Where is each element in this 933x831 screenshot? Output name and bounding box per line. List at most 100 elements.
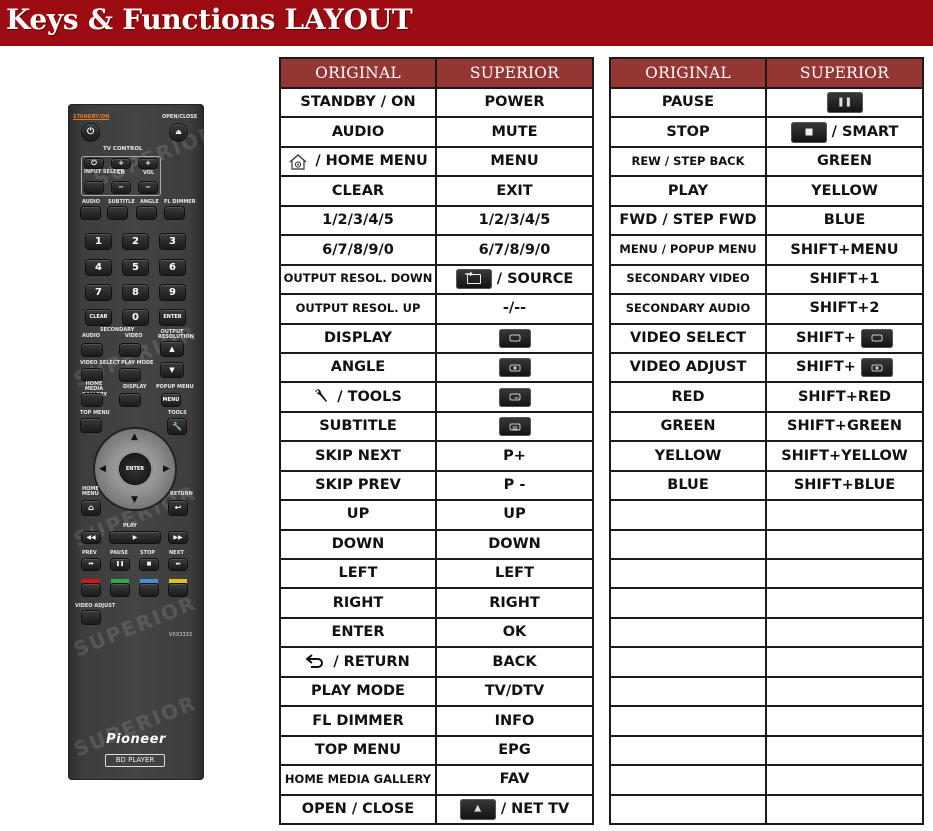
cell-original: VIDEO ADJUST [609, 351, 767, 384]
cell-text: SHIFT+1 [809, 270, 880, 287]
blue-bar [140, 579, 158, 583]
cell-superior: SHIFT+ [765, 322, 924, 354]
cell-superior [435, 381, 594, 413]
cell-text: STOP [666, 123, 710, 140]
cell-original: MENU / POPUP MENU [609, 234, 767, 266]
stop-key-icon [790, 121, 827, 143]
fl-dimmer-button [165, 207, 184, 219]
cell-original: / RETURN [279, 646, 437, 678]
input-select-button [85, 182, 103, 193]
cell-original: FWD / STEP FWD [609, 204, 767, 237]
cell-superior: P+ [435, 440, 594, 472]
pause-button: ❚❚ [111, 559, 129, 570]
cell-original: RED [609, 381, 767, 413]
table-row: BLUE SHIFT+BLUE [609, 469, 924, 502]
label-home-menu: HOME MENU [82, 486, 99, 498]
table-row: VIDEO SELECT SHIFT+ [609, 322, 924, 354]
cell-text: 6/7/8/9/0 [478, 241, 551, 258]
cell-text: AUDIO [331, 123, 385, 140]
green-bar [111, 579, 129, 583]
table-row [609, 557, 924, 590]
cell-superior: SHIFT+MENU [765, 234, 924, 266]
cell-text: GREEN [660, 418, 716, 435]
table-row [609, 734, 924, 767]
angle-key-icon [860, 358, 893, 378]
table-row: FL DIMMER INFO [279, 705, 594, 737]
cell-superior: MUTE [435, 116, 594, 148]
cell-superior: ▲ / NET TV [435, 793, 594, 825]
label-vol: VOL [143, 170, 155, 176]
cell-text: / TOOLS [337, 388, 402, 405]
table-row: AUDIO MUTE [279, 116, 594, 148]
cell-superior: BACK [435, 646, 594, 678]
cell-superior: YELLOW [765, 175, 924, 207]
top-menu-button [81, 419, 101, 432]
cell-text: PAUSE [661, 94, 715, 111]
label-audio: AUDIO [82, 199, 101, 205]
cell-superior: POWER [435, 86, 594, 119]
cell-text: UP [346, 506, 370, 523]
label-next: NEXT [169, 550, 184, 556]
table-row: TOP MENU EPG [279, 734, 594, 767]
label-video-select: VIDEO SELECT [80, 360, 120, 366]
home-icon: ⌂ [88, 503, 94, 512]
cell-superior: EXIT [435, 175, 594, 207]
tv-power-button: ⏻ [85, 159, 103, 168]
cell-text: 1/2/3/4/5 [478, 212, 551, 229]
cell-superior: 1/2/3/4/5 [435, 204, 594, 237]
power-icon: ⏻ [86, 127, 95, 137]
cell-original: CLEAR [279, 175, 437, 207]
table-row: LEFT LEFT [279, 557, 594, 590]
cell-original [609, 675, 767, 708]
label-popup-menu: POPUP MENU [156, 384, 194, 390]
cell-superior: SHIFT+BLUE [765, 469, 924, 502]
table-row: PAUSE ❚❚ [609, 86, 924, 119]
tools-key-icon [498, 387, 531, 407]
label-standby: STANDBY/ON [73, 114, 110, 120]
cell-superior: -/-- [435, 293, 594, 325]
eject-key-icon: ▲ [459, 798, 496, 820]
table-row: MENU / POPUP MENU SHIFT+MENU [609, 234, 924, 266]
cell-original: 6/7/8/9/0 [279, 234, 437, 266]
cell-original: PLAY MODE [279, 675, 437, 708]
label-display: DISPLAY [123, 384, 147, 390]
table-row: REW / STEP BACK GREEN [609, 145, 924, 178]
cell-original [609, 646, 767, 678]
cell-superior: ❚❚ [765, 86, 924, 119]
column-header-original: ORIGINAL [609, 57, 767, 89]
table-row: YELLOW SHIFT+YELLOW [609, 440, 924, 472]
num-6-button: 6 [160, 260, 185, 275]
cell-text: UP [503, 506, 526, 523]
column-header-superior: SUPERIOR [435, 57, 594, 89]
cell-superior: SHIFT+YELLOW [765, 440, 924, 472]
table-row: CLEAR EXIT [279, 175, 594, 207]
cell-superior [765, 764, 924, 796]
cell-superior: SHIFT+ [765, 351, 924, 384]
cell-superior: / SMART [765, 116, 924, 148]
cell-text: SHIFT+BLUE [793, 477, 896, 494]
cell-superior [435, 351, 594, 384]
cell-text: PLAY MODE [311, 683, 405, 700]
cell-text: P - [503, 477, 526, 494]
label-stop: STOP [140, 550, 155, 556]
stop-button: ■ [140, 559, 158, 570]
label-video-adjust: VIDEO ADJUST [75, 603, 116, 609]
cell-superior: SHIFT+RED [765, 381, 924, 413]
cell-original: GREEN [609, 410, 767, 443]
next-button: ⏭ [169, 559, 187, 570]
table-row: FWD / STEP FWD BLUE [609, 204, 924, 237]
cell-text: YELLOW [654, 447, 722, 464]
video-adjust-button [82, 611, 100, 624]
output-res-up-button: ▲ [161, 342, 183, 356]
standby-button: ⏻ [82, 124, 99, 141]
cell-text: VIDEO ADJUST [629, 359, 747, 376]
cell-original [609, 616, 767, 649]
cell-text: 1/2/3/4/5 [322, 212, 394, 229]
cell-original: FL DIMMER [279, 705, 437, 737]
cell-original [609, 734, 767, 767]
num-7-button: 7 [86, 285, 111, 300]
table-row: DISPLAY [279, 322, 594, 354]
down-arrow-icon: ▼ [131, 495, 138, 505]
cell-original: ANGLE [279, 351, 437, 384]
tools-button: 🔧 [168, 419, 186, 434]
